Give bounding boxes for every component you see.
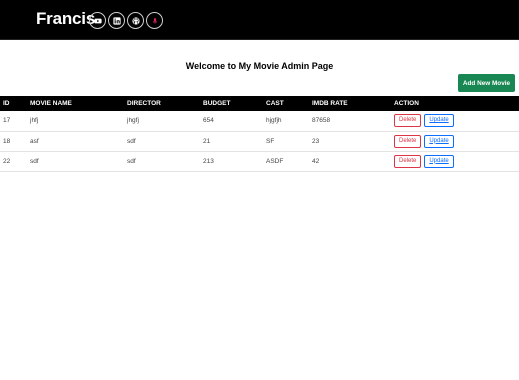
header-movie-name: MOVIE NAME <box>30 100 72 107</box>
cell-action: Delete Update <box>391 151 519 171</box>
delete-button[interactable]: Delete <box>394 114 422 128</box>
table-row: 17 jhfj jhgfj 654 hjgfjh 87658 Delete Upd… <box>0 111 519 131</box>
header-cast: CAST <box>266 100 284 107</box>
add-new-movie-button[interactable]: Add New Movie <box>458 74 515 92</box>
cell-budget: 654 <box>203 117 214 125</box>
cell-director: jhgfj <box>127 117 139 125</box>
brand-name[interactable]: Francis <box>36 9 95 29</box>
cell-id: 18 <box>3 137 11 145</box>
table-row: 18 asf sdf 21 SF 23 Delete Update <box>0 131 519 151</box>
top-navbar: Francis <box>0 0 519 40</box>
cell-movie-name: asf <box>30 137 39 145</box>
delete-button[interactable]: Delete <box>394 134 422 148</box>
cell-movie-name: sdf <box>30 157 39 165</box>
cell-movie-name: jhfj <box>30 117 39 125</box>
update-button[interactable]: Update <box>424 134 454 148</box>
header-budget: BUDGET <box>203 100 231 107</box>
update-button[interactable]: Update <box>424 114 454 128</box>
header-director: DIRECTOR <box>127 100 161 107</box>
cell-budget: 21 <box>203 137 211 145</box>
cell-cast: SF <box>266 137 275 145</box>
delete-button[interactable]: Delete <box>394 154 422 168</box>
table-row: 22 sdf sdf 213 ASDF 42 Delete Update <box>0 151 519 171</box>
cell-imdb-rate: 23 <box>312 137 320 145</box>
movies-table: ID MOVIE NAME DIRECTOR BUDGET CAST IMDB … <box>0 96 519 172</box>
cell-action: Delete Update <box>391 111 519 131</box>
cell-director: sdf <box>127 157 136 165</box>
cell-budget: 213 <box>203 157 214 165</box>
cell-cast: ASDF <box>266 157 284 165</box>
linkedin-icon[interactable] <box>108 12 125 29</box>
header-id: ID <box>3 100 10 107</box>
cell-id: 22 <box>3 157 11 165</box>
page-title: Welcome to My Movie Admin Page <box>185 61 334 71</box>
cell-action: Delete Update <box>391 131 519 151</box>
cell-id: 17 <box>3 117 11 125</box>
cell-cast: hjgfjh <box>266 117 282 125</box>
update-button[interactable]: Update <box>424 154 454 168</box>
github-icon[interactable] <box>127 12 144 29</box>
youtube-icon[interactable] <box>89 12 106 29</box>
cell-imdb-rate: 87658 <box>312 117 331 125</box>
cell-director: sdf <box>127 137 136 145</box>
header-action: ACTION <box>394 100 419 107</box>
header-imdb-rate: IMDB RATE <box>312 100 348 107</box>
table-header-row: ID MOVIE NAME DIRECTOR BUDGET CAST IMDB … <box>0 96 519 111</box>
cell-imdb-rate: 42 <box>312 157 320 165</box>
microphone-icon[interactable] <box>146 12 163 29</box>
